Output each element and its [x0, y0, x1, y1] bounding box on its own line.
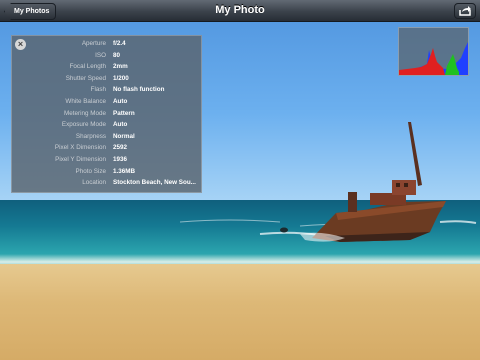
exif-row-location: Location Stockton Beach, New Sou...: [12, 177, 201, 188]
exif-row-focal-length: Focal Length 2mm: [12, 61, 201, 72]
exif-label: Shutter Speed: [65, 74, 106, 82]
exif-label: Location: [82, 179, 106, 187]
exif-row-photo-size: Photo Size 1.36MB: [12, 166, 201, 177]
exif-label: Aperture: [81, 40, 106, 47]
exif-label: White Balance: [65, 98, 106, 105]
exif-row-sharpness: Sharpness Normal: [12, 131, 201, 142]
exif-row-flash: Flash No flash function: [12, 84, 201, 95]
exif-value: Auto: [113, 98, 128, 105]
exif-label: Sharpness: [75, 132, 106, 140]
histogram-graph: [399, 42, 468, 75]
histogram: [398, 27, 469, 76]
exif-row-metering-mode: Metering Mode Pattern: [12, 108, 201, 119]
exif-value: No flash function: [113, 86, 165, 94]
exif-value: Pattern: [113, 109, 135, 117]
exif-value: 2592: [113, 144, 128, 152]
exif-row-iso: ISO 80: [12, 50, 201, 61]
exif-value: Stockton Beach, New Sou...: [113, 179, 196, 187]
exif-row-white-balance: White Balance Auto: [12, 96, 201, 107]
exif-value: 2mm: [113, 63, 128, 71]
exif-value: 1.36MB: [113, 167, 136, 175]
page-title: My Photo: [215, 4, 265, 16]
exif-label: ISO: [95, 51, 106, 59]
exif-row-aperture: Aperture f/2.4: [12, 38, 201, 49]
exif-row-pixel-y: Pixel Y Dimension 1936: [12, 154, 201, 165]
exif-label: Pixel Y Dimension: [55, 156, 106, 163]
exif-value: 1936: [113, 156, 128, 163]
exif-label: Metering Mode: [64, 109, 106, 117]
exif-label: Focal Length: [69, 63, 106, 71]
exif-value: 80: [113, 51, 121, 59]
navigation-bar: My Photos My Photo: [0, 0, 480, 22]
share-button[interactable]: [454, 3, 476, 19]
exif-info-panel: × Aperture f/2.4 ISO 80 Focal Length 2mm…: [11, 35, 202, 193]
exif-row-shutter-speed: Shutter Speed 1/200: [12, 73, 201, 84]
exif-label: Pixel X Dimension: [54, 144, 106, 152]
exif-value: Auto: [113, 121, 128, 129]
exif-label: Photo Size: [75, 167, 106, 175]
exif-row-exposure-mode: Exposure Mode Auto: [12, 119, 201, 130]
exif-value: 1/200: [113, 74, 129, 82]
exif-row-pixel-x: Pixel X Dimension 2592: [12, 142, 201, 153]
exif-label: Flash: [90, 86, 106, 94]
exif-label: Exposure Mode: [61, 121, 106, 129]
exif-value: f/2.4: [113, 40, 126, 47]
share-icon: [459, 6, 471, 16]
exif-value: Normal: [113, 132, 135, 140]
